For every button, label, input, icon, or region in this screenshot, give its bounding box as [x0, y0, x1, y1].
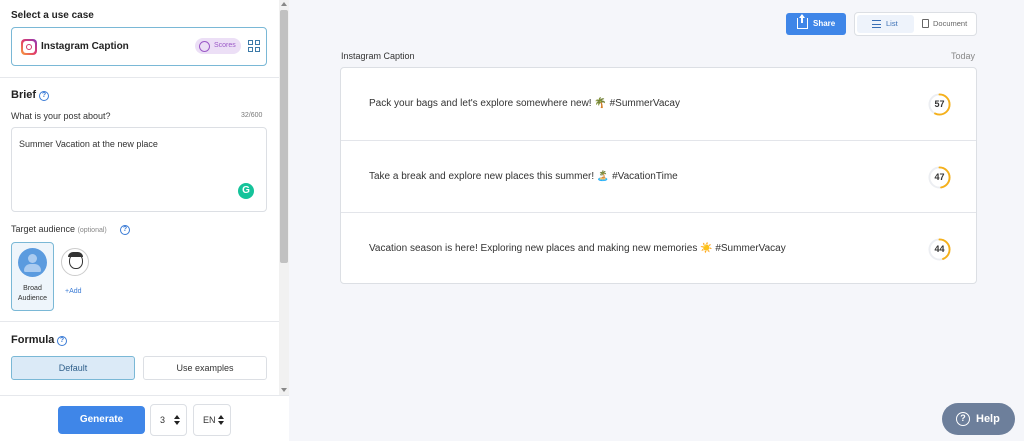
language-value: EN: [203, 415, 216, 425]
left-panel-scroll[interactable]: Select a use case Instagram Caption Scor…: [0, 0, 279, 395]
score-value: 47: [934, 172, 945, 182]
scores-icon: [199, 41, 210, 52]
output-count-value: 3: [160, 415, 166, 425]
share-label: Share: [813, 19, 836, 28]
formula-help-icon[interactable]: ?: [57, 336, 67, 346]
grid-icon[interactable]: [248, 40, 261, 53]
left-scrollbar[interactable]: [279, 0, 289, 395]
help-label: Help: [976, 413, 1000, 425]
scores-badge: Scores: [195, 38, 241, 54]
result-text[interactable]: Vacation season is here! Exploring new p…: [369, 243, 786, 254]
brief-textarea[interactable]: Summer Vacation at the new place G: [11, 127, 267, 212]
formula-default-button[interactable]: Default: [11, 356, 135, 380]
formula-heading: Formula: [11, 334, 55, 346]
score-value: 44: [934, 244, 945, 254]
view-list-label: List: [886, 19, 898, 28]
result-row[interactable]: Take a break and explore new places this…: [341, 140, 976, 212]
result-text[interactable]: Take a break and explore new places this…: [369, 171, 678, 182]
result-row[interactable]: Pack your bags and let's explore somewhe…: [341, 68, 976, 140]
view-list-button[interactable]: List: [857, 15, 914, 33]
score-ring[interactable]: 57: [928, 93, 951, 116]
language-stepper-icon: [218, 415, 224, 425]
score-ring[interactable]: 44: [928, 238, 951, 261]
scrollbar-thumb[interactable]: [280, 10, 288, 263]
results-date: Today: [951, 51, 976, 61]
brief-char-count: 32/600: [241, 112, 263, 119]
use-case-selector[interactable]: Instagram Caption Scores: [11, 27, 267, 66]
left-panel: Select a use case Instagram Caption Scor…: [0, 0, 289, 441]
brief-question-label: What is your post about?: [11, 111, 111, 121]
scores-label: Scores: [214, 42, 236, 49]
broad-audience-label: Broad Audience: [17, 285, 48, 302]
audience-help-icon[interactable]: ?: [120, 225, 130, 235]
brief-heading: Brief: [11, 89, 37, 101]
target-audience-text: Target audience: [11, 224, 76, 234]
document-icon: [922, 19, 929, 28]
generate-button[interactable]: Generate: [58, 406, 145, 434]
share-button[interactable]: Share: [786, 13, 846, 35]
result-text[interactable]: Pack your bags and let's explore somewhe…: [369, 98, 680, 109]
target-audience-optional: (optional): [77, 227, 107, 234]
view-document-label: Document: [933, 19, 968, 28]
score-value: 57: [934, 99, 945, 109]
score-ring[interactable]: 47: [928, 166, 951, 189]
formula-examples-button[interactable]: Use examples: [143, 356, 267, 380]
audience-avatar-icon: [18, 248, 47, 277]
output-count-select[interactable]: 3: [150, 404, 187, 436]
generate-bar: Generate 3 EN: [0, 395, 289, 441]
list-icon: [872, 20, 881, 28]
count-stepper-icon: [174, 415, 180, 425]
grammarly-icon[interactable]: G: [238, 183, 254, 199]
add-audience-button[interactable]: +Add: [65, 288, 82, 295]
brief-value[interactable]: Summer Vacation at the new place: [19, 139, 158, 149]
target-audience-label: Target audience (optional): [11, 224, 107, 234]
broad-audience-card[interactable]: Broad Audience: [11, 242, 54, 311]
help-icon: ?: [956, 412, 970, 426]
language-select[interactable]: EN: [193, 404, 231, 436]
view-toggle: List Document: [854, 12, 977, 36]
results-label: Instagram Caption: [341, 51, 415, 61]
help-button[interactable]: ? Help: [942, 403, 1015, 435]
results-list: Pack your bags and let's explore somewhe…: [340, 67, 977, 284]
share-icon: [797, 14, 808, 29]
brief-help-icon[interactable]: ?: [39, 91, 49, 101]
add-audience-avatar[interactable]: [61, 248, 89, 276]
use-case-title: Instagram Caption: [41, 41, 129, 52]
result-row[interactable]: Vacation season is here! Exploring new p…: [341, 212, 976, 283]
use-case-label: Select a use case: [11, 10, 94, 21]
instagram-icon: [21, 39, 37, 55]
divider: [0, 321, 279, 322]
scroll-down-icon[interactable]: [281, 388, 287, 392]
divider: [0, 77, 279, 78]
scroll-up-icon[interactable]: [281, 2, 287, 6]
view-document-button[interactable]: Document: [917, 15, 975, 33]
